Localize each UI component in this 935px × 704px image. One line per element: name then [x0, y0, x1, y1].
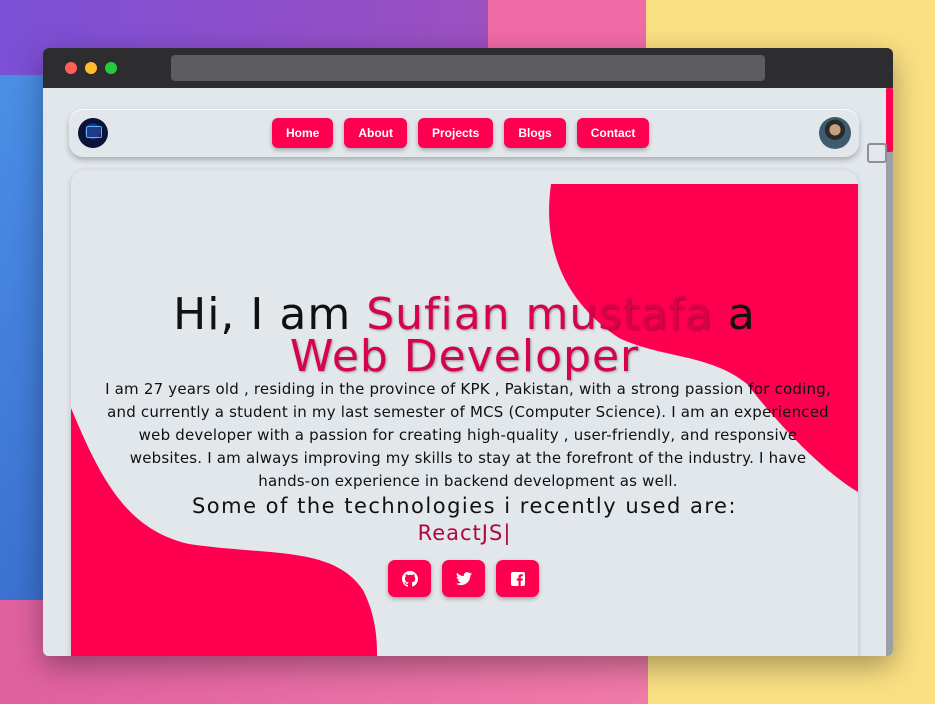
- maximize-window-button[interactable]: [105, 62, 117, 74]
- address-bar[interactable]: [171, 55, 765, 81]
- nav-blogs-button[interactable]: Blogs: [504, 118, 566, 148]
- twitter-icon: [455, 571, 472, 585]
- hero-connector: a: [727, 289, 756, 340]
- nav-contact-button[interactable]: Contact: [576, 118, 650, 148]
- hero-role: Web Developer: [289, 331, 640, 382]
- nav-about-button[interactable]: About: [344, 118, 407, 148]
- hero-section: Hi, I am Sufian mustafa a Web Developer …: [71, 170, 858, 656]
- logo-icon: [86, 126, 102, 138]
- navbar: Home About Projects Blogs Contact: [69, 109, 859, 157]
- nav-projects-button[interactable]: Projects: [418, 118, 494, 148]
- tech-heading: Some of the technologies i recently used…: [191, 494, 738, 518]
- facebook-icon: [510, 571, 525, 586]
- typed-technology: ReactJS|: [417, 521, 512, 545]
- extension-icon[interactable]: [867, 143, 887, 163]
- github-button[interactable]: [388, 560, 431, 597]
- close-window-button[interactable]: [65, 62, 77, 74]
- minimize-window-button[interactable]: [85, 62, 97, 74]
- browser-titlebar: [43, 48, 893, 88]
- hero-bio: I am 27 years old , residing in the prov…: [105, 380, 831, 490]
- avatar[interactable]: [819, 117, 851, 149]
- site-logo[interactable]: [78, 118, 108, 148]
- nav-home-button[interactable]: Home: [272, 118, 334, 148]
- twitter-button[interactable]: [442, 560, 485, 597]
- social-links: [388, 560, 539, 597]
- nav-links: Home About Projects Blogs Contact: [272, 118, 650, 148]
- page-scrollbar[interactable]: [886, 88, 893, 656]
- github-icon: [401, 570, 418, 587]
- scrollbar-thumb[interactable]: [886, 88, 893, 152]
- browser-window: Home About Projects Blogs Contact Hi, I …: [43, 48, 893, 656]
- page-viewport: Home About Projects Blogs Contact Hi, I …: [43, 88, 893, 656]
- hero-title: Hi, I am Sufian mustafa a Web Developer: [71, 293, 858, 379]
- facebook-button[interactable]: [496, 560, 539, 597]
